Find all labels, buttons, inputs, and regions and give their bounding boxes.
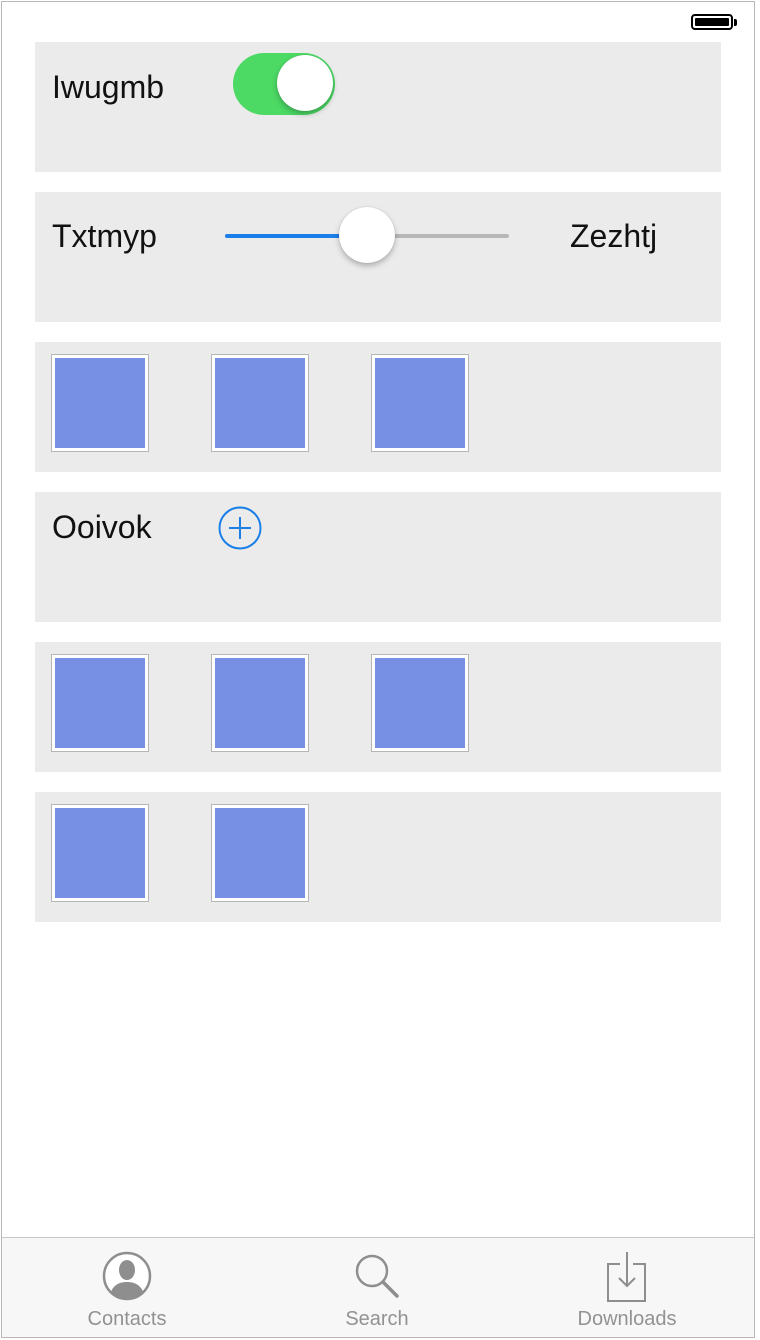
image-tile[interactable] <box>371 354 469 452</box>
image-tile[interactable] <box>51 804 149 902</box>
image-tile[interactable] <box>51 654 149 752</box>
image-tile[interactable] <box>211 354 309 452</box>
image-tile-fill <box>375 658 465 748</box>
tab-search[interactable]: Search <box>252 1238 502 1337</box>
image-tile-fill <box>215 358 305 448</box>
download-icon <box>607 1252 646 1302</box>
image-tile[interactable] <box>211 654 309 752</box>
image-tile[interactable] <box>371 654 469 752</box>
image-tile[interactable] <box>211 804 309 902</box>
image-row-2 <box>35 642 721 772</box>
image-tile-fill <box>215 808 305 898</box>
battery-level <box>695 18 729 26</box>
tab-contacts[interactable]: Contacts <box>2 1238 252 1337</box>
slider-row: Txtmyp Zezhtj <box>35 192 721 322</box>
tab-search-label: Search <box>345 1308 409 1330</box>
image-row-3 <box>35 792 721 922</box>
toggle-knob <box>277 55 333 111</box>
image-tile-fill <box>375 358 465 448</box>
toggle-row: Iwugmb <box>35 42 721 172</box>
phone-screen: Iwugmb Txtmyp Zezhtj Ooivok Contacts Sea… <box>1 1 755 1338</box>
image-tile-fill <box>55 358 145 448</box>
contact-icon <box>102 1251 152 1301</box>
image-tile-fill <box>215 658 305 748</box>
toggle-label: Iwugmb <box>52 69 165 105</box>
image-tile-fill <box>55 808 145 898</box>
add-row: Ooivok <box>35 492 721 622</box>
slider-left-label: Txtmyp <box>52 218 157 254</box>
tab-contacts-label: Contacts <box>87 1308 167 1330</box>
tab-bar: Contacts Search Downloads <box>2 1237 754 1337</box>
battery-icon <box>691 14 733 30</box>
slider-thumb[interactable] <box>339 207 395 263</box>
tab-downloads-label: Downloads <box>577 1308 677 1330</box>
battery-tip <box>734 19 737 26</box>
image-tile[interactable] <box>51 354 149 452</box>
image-tile-fill <box>55 658 145 748</box>
add-label: Ooivok <box>52 509 152 545</box>
tab-downloads[interactable]: Downloads <box>502 1238 752 1337</box>
slider-right-label: Zezhtj <box>570 218 658 254</box>
image-row-1 <box>35 342 721 472</box>
toggle-switch[interactable] <box>233 53 335 115</box>
slider[interactable] <box>225 207 509 263</box>
search-icon <box>355 1254 399 1298</box>
plus-circle-icon[interactable] <box>218 506 262 550</box>
